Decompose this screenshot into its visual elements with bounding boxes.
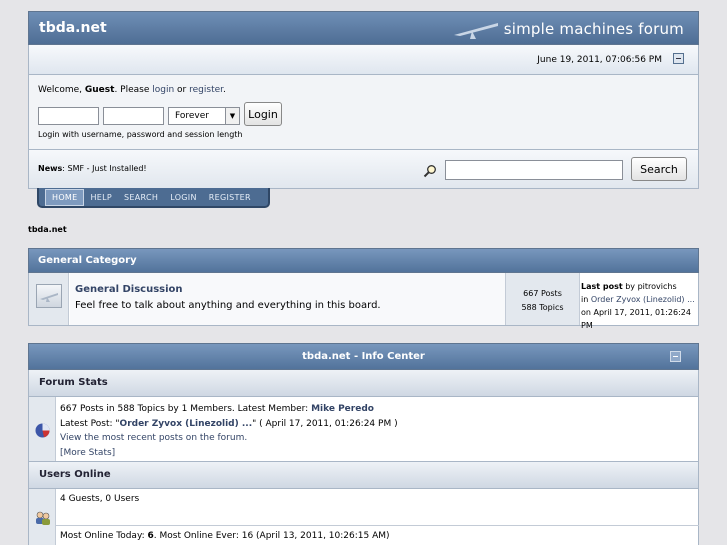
users-online-header: Users Online [28,462,699,489]
menu-search[interactable]: SEARCH [118,190,164,205]
login-link[interactable]: login [152,85,174,95]
username-input[interactable] [38,107,99,125]
category-header: General Category [28,248,699,273]
menu-home[interactable]: HOME [45,188,85,206]
recent-posts-link[interactable]: View the most recent posts on the forum. [60,431,398,446]
stats-summary: 667 Posts in 588 Topics by 1 Members. La… [60,404,312,414]
forum-header: tbda.net simple machines forum [28,11,699,45]
password-input[interactable] [103,107,164,125]
site-title[interactable]: tbda.net [39,20,107,36]
latest-member-link[interactable]: Mike Peredo [311,404,374,414]
session-length-select[interactable]: Forever ▼ [168,107,240,125]
board-info: General Discussion Feel free to talk abo… [70,273,506,325]
forum-stats-heading[interactable]: Forum Stats [39,377,108,388]
board-stats: 667 Posts 588 Topics [506,273,580,325]
collapse-header-icon[interactable] [673,53,684,64]
last-post-label: Last post [581,282,623,291]
users-online-body: 4 Guests, 0 Users Most Online Today: 6. … [28,489,699,545]
menu-help[interactable]: HELP [84,190,118,205]
forum-stats-lines: 667 Posts in 588 Topics by 1 Members. La… [60,402,398,460]
board-icon-cell [29,273,69,325]
main-menu: HOME HELP SEARCH LOGIN REGISTER [37,188,270,208]
divider [56,525,699,526]
board-row: General Discussion Feel free to talk abo… [28,273,699,330]
more-stats-link[interactable]: [More Stats] [60,446,398,461]
most-online-text: Most Online Today: 6. Most Online Ever: … [60,531,390,541]
login-panel: Welcome, Guest. Please login or register… [28,75,699,150]
period-text: . [223,85,226,95]
most-online-prefix: Most Online Today: [60,531,148,541]
forum-stats-body: 667 Posts in 588 Topics by 1 Members. La… [28,397,699,462]
search-input[interactable] [445,160,623,180]
guest-label: Guest [84,85,115,95]
board-posts: 667 Posts [523,289,562,298]
online-icon-cell [29,489,56,545]
welcome-prefix: Welcome, [38,85,85,95]
forum-stats-header: Forum Stats [28,370,699,397]
board-last-post: Last post by pitrovichs in Order Zyvox (… [581,280,698,332]
login-button[interactable]: Login [244,102,282,126]
current-datetime: June 19, 2011, 07:06:56 PM [537,55,662,65]
collapse-info-center-icon[interactable] [670,351,681,362]
last-post-in: in [581,295,591,304]
register-link[interactable]: register [189,85,223,95]
latest-post-date: " ( April 17, 2011, 01:26:24 PM ) [252,418,398,429]
board-name-link[interactable]: General Discussion [75,284,183,295]
info-center-header: tbda.net - Info Center [28,343,699,370]
stats-icon-cell [29,397,56,461]
or-text: or [174,85,190,95]
online-counts: 4 Guests, 0 Users [60,494,140,504]
search-button[interactable]: Search [631,157,687,181]
latest-post-link[interactable]: Order Zyvox (Linezolid) ... [120,419,253,429]
board-swoosh-icon [40,293,58,302]
breadcrumb[interactable]: tbda.net [28,225,67,234]
most-online-ever: . Most Online Ever: 16 (April 13, 2011, … [153,531,390,541]
smf-brand-text: simple machines forum [503,20,684,38]
news-bar: News: SMF - Just Installed! Search [28,150,699,189]
smf-logo-icon [454,23,498,39]
board-topics: 588 Topics [521,303,564,312]
last-post-topic-link[interactable]: Order Zyvox (Linezolid) ... [591,295,695,304]
please-text: . Please [114,85,153,95]
menu-register[interactable]: REGISTER [203,190,257,205]
dropdown-arrow-icon: ▼ [225,108,239,124]
news-label: News [38,164,63,173]
session-length-value: Forever [175,111,209,121]
date-bar: June 19, 2011, 07:06:56 PM [28,45,699,75]
menu-login[interactable]: LOGIN [164,190,203,205]
users-online-icon[interactable] [34,510,52,526]
category-title[interactable]: General Category [38,255,137,266]
news-content: : SMF - Just Installed! [62,164,147,173]
board-description: Feel free to talk about anything and eve… [75,300,381,311]
search-icon [423,165,436,178]
board-status-icon[interactable] [36,284,62,308]
last-post-author[interactable]: by pitrovichs [623,282,676,291]
welcome-text: Welcome, Guest. Please login or register… [38,85,226,95]
info-center-title: tbda.net - Info Center [302,351,425,362]
login-hint: Login with username, password and sessio… [38,130,243,139]
users-online-heading[interactable]: Users Online [39,469,111,480]
pie-chart-icon[interactable] [34,422,51,439]
last-post-date: on April 17, 2011, 01:26:24 PM [581,308,691,330]
latest-post-prefix: Latest Post: " [60,418,120,429]
news-text: News: SMF - Just Installed! [38,164,147,173]
